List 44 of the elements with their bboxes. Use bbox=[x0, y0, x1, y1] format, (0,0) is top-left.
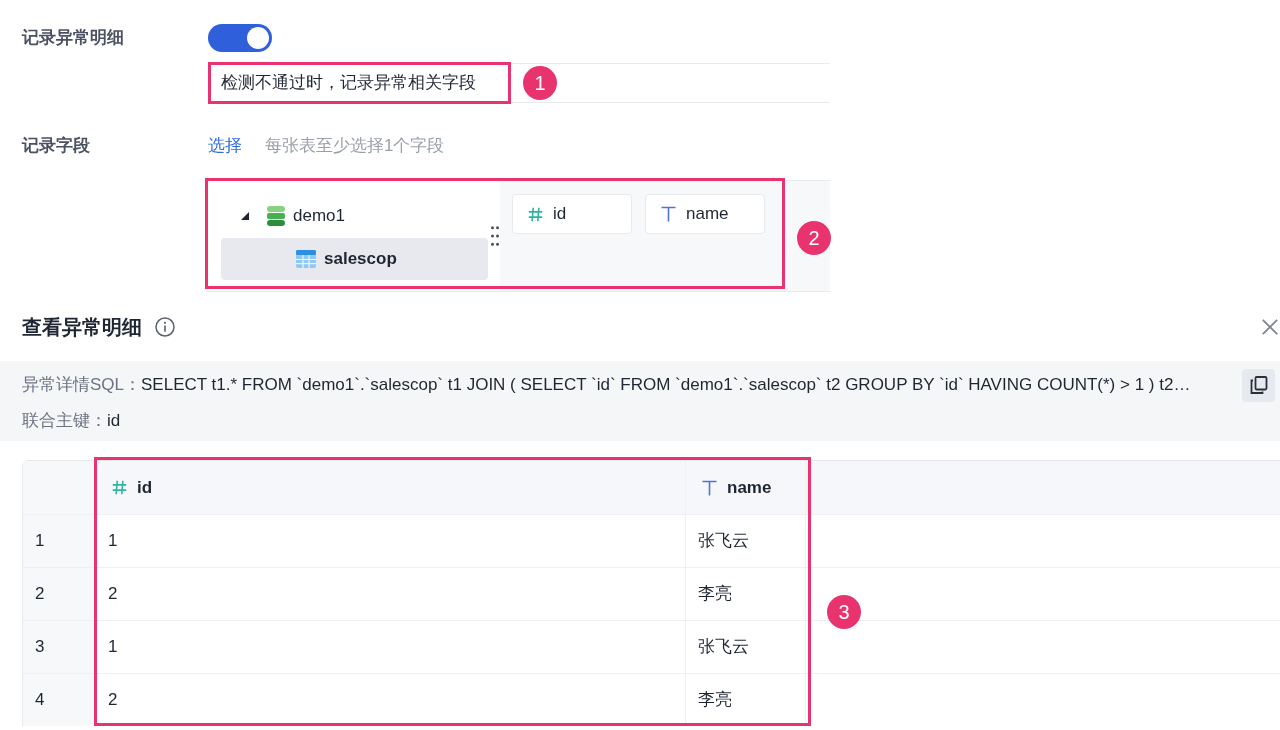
text-type-icon bbox=[661, 206, 676, 222]
hash-icon bbox=[528, 206, 543, 222]
hash-icon bbox=[112, 480, 127, 495]
database-icon bbox=[267, 206, 285, 226]
key-value: id bbox=[107, 410, 121, 433]
hint-text: 每张表至少选择1个字段 bbox=[265, 135, 445, 158]
field-label: 记录字段 bbox=[22, 136, 90, 156]
table-cell: 李亮 bbox=[685, 568, 805, 620]
table-cell: 李亮 bbox=[685, 674, 805, 726]
toggle-switch[interactable] bbox=[208, 24, 272, 52]
row-number: 4 bbox=[23, 674, 95, 726]
row-number: 2 bbox=[23, 568, 95, 620]
text-type-icon bbox=[702, 479, 717, 496]
copy-icon bbox=[1249, 376, 1268, 394]
sql-text: SELECT t1.* FROM `demo1`.`salescop` t1 JOIN ( SELECT `id` FROM `demo1`.`salescop` t2 GROUP BY `id` HAVING COUNT(*) > 1 ) t2… bbox=[141, 374, 1191, 397]
copy-button[interactable] bbox=[1242, 368, 1275, 402]
close-button[interactable] bbox=[1262, 319, 1278, 335]
section-title: 查看异常明细 bbox=[22, 315, 142, 340]
field-item[interactable]: id bbox=[512, 194, 632, 234]
column-header: id bbox=[137, 476, 153, 499]
table-cell: 张飞云 bbox=[685, 515, 805, 567]
field-item[interactable]: name bbox=[645, 194, 765, 234]
key-label: 联合主键： bbox=[22, 410, 107, 433]
row-number: 1 bbox=[23, 515, 95, 567]
annotation-number: 1 bbox=[523, 66, 557, 100]
column-header: name bbox=[727, 476, 772, 499]
tree-item[interactable]: demo1 bbox=[221, 195, 488, 237]
field-description: 检测不通过时，记录异常相关字段 bbox=[221, 72, 476, 95]
table-icon bbox=[296, 250, 316, 268]
tree-item[interactable]: salescop bbox=[221, 238, 488, 280]
table-cell-text: 1 bbox=[107, 530, 119, 553]
table-cell-text: 2 bbox=[107, 583, 119, 606]
table-cell-text: 1 bbox=[107, 636, 119, 659]
row-number: 3 bbox=[23, 621, 95, 673]
caret-icon[interactable] bbox=[241, 212, 249, 220]
field-label: 记录异常明细 bbox=[22, 28, 124, 48]
info-icon bbox=[155, 317, 175, 337]
drag-handle-icon[interactable] bbox=[491, 226, 499, 246]
table-cell: 张飞云 bbox=[685, 621, 805, 673]
select-link[interactable]: 选择 bbox=[208, 133, 242, 159]
sql-label: 异常详情SQL： bbox=[22, 374, 142, 397]
table-cell-text: 2 bbox=[107, 689, 119, 712]
annotation-number: 3 bbox=[827, 595, 861, 629]
close-icon bbox=[1262, 319, 1278, 335]
